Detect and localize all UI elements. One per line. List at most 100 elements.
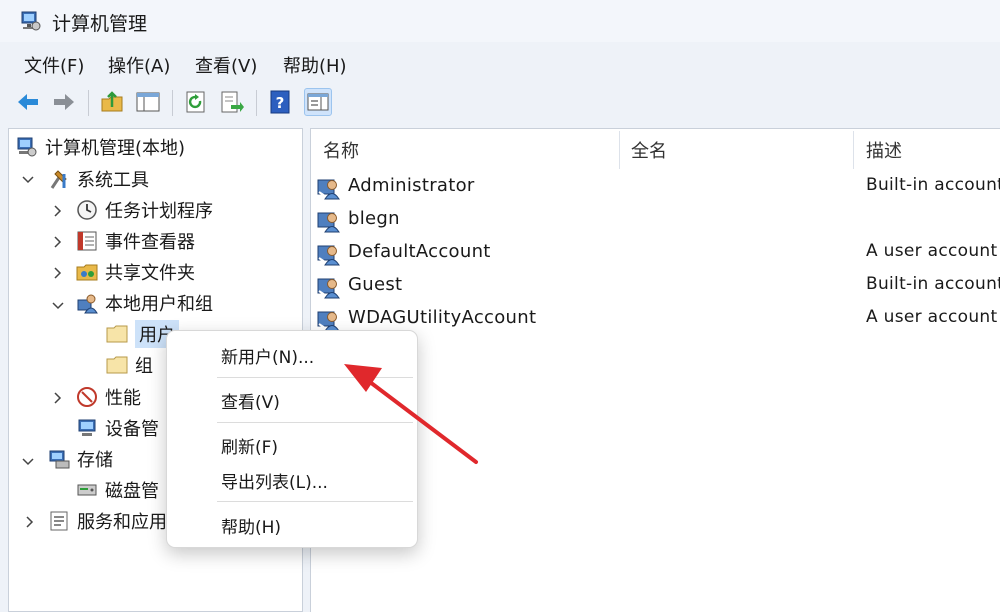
users-group-icon	[75, 291, 99, 315]
menu-item-new-user[interactable]: 新用户(N)...	[221, 343, 314, 368]
tree-item-task-scheduler[interactable]: 任务计划程序	[75, 195, 213, 225]
user-description: A user account	[866, 307, 998, 327]
list-item[interactable]: Administrator Built-in account	[311, 171, 1000, 204]
tree-item-event-viewer[interactable]: 事件查看器	[75, 226, 195, 256]
computer-management-icon	[21, 11, 41, 31]
menu-item-view[interactable]: 查看(V)	[221, 388, 280, 413]
tree-item-performance[interactable]: 性能	[75, 382, 141, 412]
services-icon	[47, 509, 71, 533]
console-tree-icon	[136, 92, 160, 112]
list-item[interactable]: DefaultAccount A user account	[311, 237, 1000, 270]
user-icon	[317, 179, 340, 200]
column-header-name[interactable]: 名称	[323, 137, 359, 163]
menu-item-refresh[interactable]: 刷新(F)	[221, 433, 278, 458]
help-button[interactable]: ?	[266, 88, 294, 116]
device-manager-icon	[75, 416, 99, 440]
tree-label: 组	[135, 356, 153, 377]
tree-label: 事件查看器	[105, 232, 195, 253]
event-viewer-icon	[75, 229, 99, 253]
forward-button[interactable]	[50, 88, 78, 116]
menu-view[interactable]: 查看(V)	[195, 52, 257, 78]
clock-icon	[75, 198, 99, 222]
forward-icon	[54, 94, 74, 110]
title-bar: 计算机管理	[0, 0, 1000, 42]
tree-item-device-manager[interactable]: 设备管	[75, 413, 159, 443]
user-name: blegn	[348, 208, 400, 229]
context-menu: 新用户(N)... 查看(V) 刷新(F) 导出列表(L)... 帮助(H)	[166, 330, 418, 548]
menu-separator	[217, 377, 413, 378]
menu-separator	[217, 501, 413, 502]
tree-item-groups[interactable]: 组	[105, 350, 153, 380]
chevron-right-icon[interactable]	[23, 515, 37, 529]
chevron-right-icon[interactable]	[51, 204, 65, 218]
menu-item-help[interactable]: 帮助(H)	[221, 513, 281, 538]
chevron-right-icon[interactable]	[51, 235, 65, 249]
column-header-full-name[interactable]: 全名	[631, 137, 667, 163]
window-title: 计算机管理	[52, 13, 148, 35]
user-description: Built-in account	[866, 274, 1000, 294]
menu-help[interactable]: 帮助(H)	[283, 52, 347, 78]
user-name: Administrator	[348, 175, 475, 196]
user-icon	[317, 245, 340, 266]
console-tree-button[interactable]	[134, 88, 162, 116]
tree-item-disk-management[interactable]: 磁盘管	[75, 475, 159, 505]
performance-icon	[75, 385, 99, 409]
folder-icon	[105, 322, 129, 346]
refresh-button[interactable]	[182, 88, 210, 116]
disk-icon	[75, 478, 99, 502]
user-name: Guest	[348, 274, 403, 295]
user-description: Built-in account	[866, 175, 1000, 195]
menu-action[interactable]: 操作(A)	[108, 52, 170, 78]
menu-bar: 文件(F) 操作(A) 查看(V) 帮助(H)	[0, 44, 1000, 82]
chevron-down-icon[interactable]	[51, 299, 65, 313]
column-divider[interactable]	[619, 131, 620, 169]
tree-label: 共享文件夹	[105, 263, 195, 284]
toolbar-separator	[256, 90, 257, 116]
toolbar-separator	[172, 90, 173, 116]
tree-label: 性能	[105, 388, 141, 409]
folder-icon	[105, 353, 129, 377]
back-icon	[18, 94, 38, 110]
tree-label: 存储	[77, 450, 113, 471]
user-icon	[317, 278, 340, 299]
chevron-right-icon[interactable]	[51, 391, 65, 405]
toolbar-separator	[88, 90, 89, 116]
export-list-button[interactable]	[218, 88, 246, 116]
action-pane-button[interactable]	[304, 88, 332, 116]
column-header-description[interactable]: 描述	[866, 137, 902, 163]
list-item[interactable]: Guest Built-in account	[311, 270, 1000, 303]
menu-file[interactable]: 文件(F)	[24, 52, 84, 78]
chevron-right-icon[interactable]	[51, 266, 65, 280]
tree-item-shared-folders[interactable]: 共享文件夹	[75, 257, 195, 287]
tree-item-system-tools[interactable]: 系统工具	[47, 164, 149, 194]
tree-item-storage[interactable]: 存储	[47, 444, 113, 474]
chevron-down-icon[interactable]	[21, 455, 35, 469]
tree-label: 计算机管理(本地)	[45, 138, 186, 159]
tree-label: 服务和应用	[77, 512, 167, 533]
up-folder-icon	[101, 91, 123, 112]
chevron-down-icon[interactable]	[21, 173, 35, 187]
user-icon	[317, 311, 340, 332]
tree-item-local-users-groups[interactable]: 本地用户和组	[75, 288, 213, 318]
tree-label: 磁盘管	[105, 481, 159, 502]
tree-label: 本地用户和组	[105, 294, 213, 315]
storage-icon	[47, 447, 71, 471]
up-folder-button[interactable]	[98, 88, 126, 116]
refresh-icon	[186, 91, 205, 113]
user-description: A user account	[866, 241, 998, 261]
tree-label: 设备管	[105, 419, 159, 440]
user-icon	[317, 212, 340, 233]
back-button[interactable]	[14, 88, 42, 116]
toolbar: ?	[0, 82, 1000, 124]
tree-item-root[interactable]: 计算机管理(本地)	[15, 132, 185, 162]
list-item[interactable]: blegn	[311, 204, 1000, 237]
svg-text:?: ?	[276, 94, 285, 112]
user-name: DefaultAccount	[348, 241, 491, 262]
user-name: WDAGUtilityAccount	[348, 307, 537, 328]
column-divider[interactable]	[853, 131, 854, 169]
menu-separator	[217, 422, 413, 423]
tree-label: 系统工具	[77, 170, 149, 191]
action-pane-icon	[307, 93, 329, 111]
tree-item-services-apps[interactable]: 服务和应用	[47, 506, 167, 536]
menu-item-export-list[interactable]: 导出列表(L)...	[221, 468, 328, 493]
